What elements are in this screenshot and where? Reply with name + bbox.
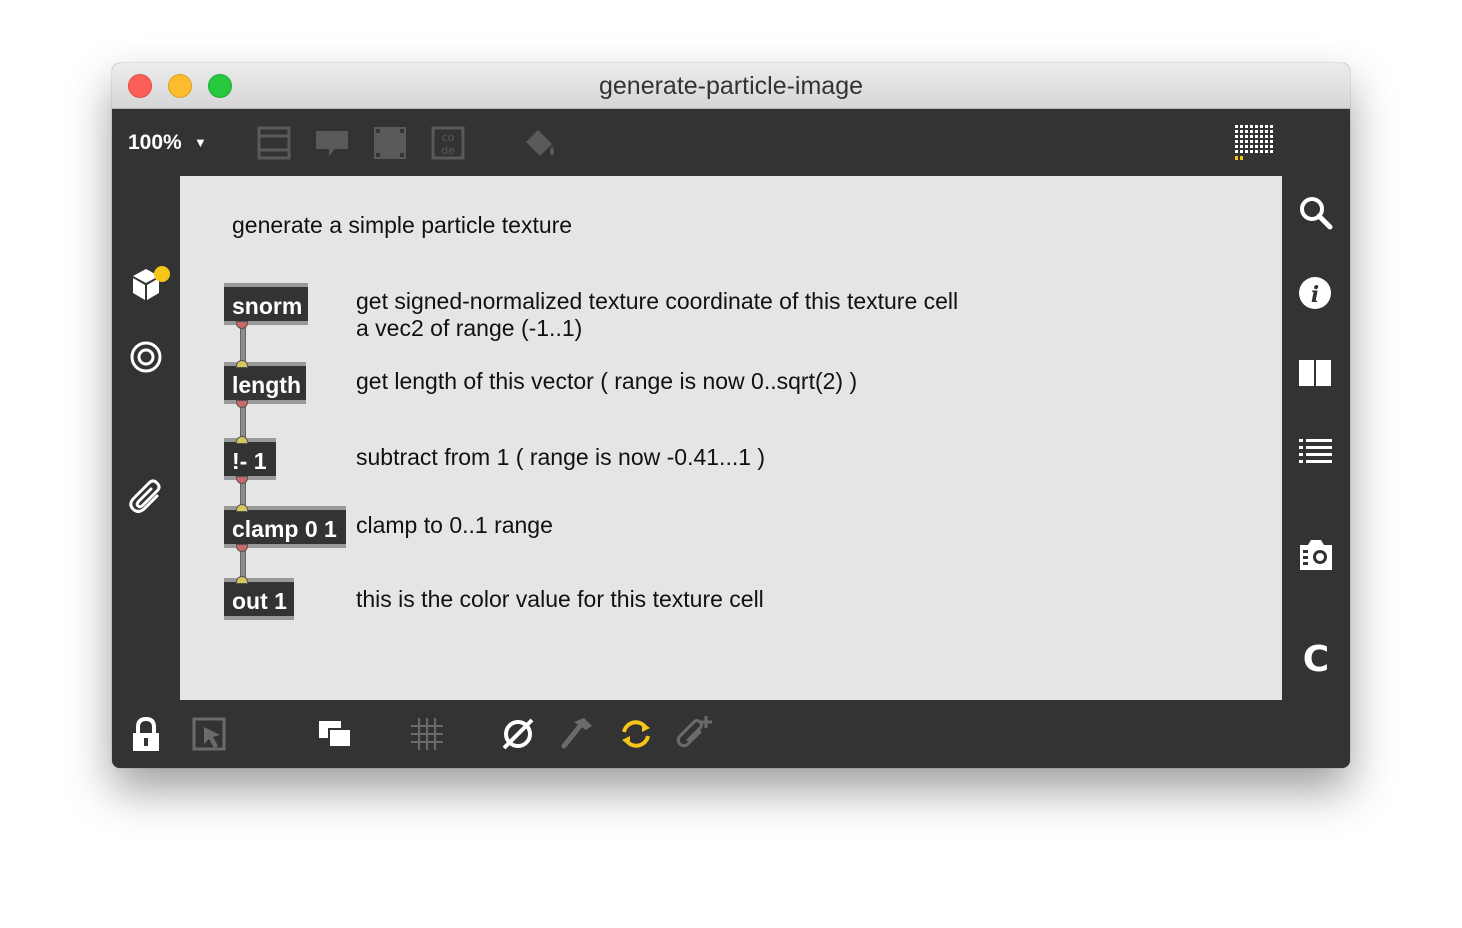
lock-icon[interactable]: [132, 717, 160, 753]
object-snorm[interactable]: snorm: [224, 283, 308, 325]
svg-text:co: co: [442, 131, 455, 144]
search-icon[interactable]: [1298, 195, 1334, 231]
outlet[interactable]: [236, 400, 248, 408]
inlet[interactable]: [236, 504, 248, 512]
zoom-level[interactable]: 100%: [128, 131, 182, 155]
comment-subtract: subtract from 1 ( range is now -0.41...1…: [356, 444, 766, 470]
comment-out: this is the color value for this texture…: [356, 586, 764, 612]
bottom-toolbar: [112, 700, 1350, 768]
object-box-icon[interactable]: [373, 126, 407, 160]
add-clip-icon[interactable]: [676, 714, 714, 754]
header-comment: generate a simple particle texture: [232, 212, 573, 238]
title-bar: generate-particle-image: [112, 63, 1350, 109]
c-icon[interactable]: C: [1298, 638, 1334, 676]
no-icon[interactable]: [500, 716, 536, 752]
outlet[interactable]: [236, 321, 248, 329]
outlet[interactable]: [236, 476, 248, 484]
snapshot-icon[interactable]: [1298, 537, 1334, 573]
inlet[interactable]: [236, 436, 248, 444]
comment-icon[interactable]: [315, 129, 349, 159]
presentation-mode-icon[interactable]: [192, 717, 228, 753]
window-title: generate-particle-image: [598, 72, 864, 100]
object-out[interactable]: out 1: [224, 578, 294, 620]
patch-cord[interactable]: [240, 323, 246, 363]
svg-text:de: de: [441, 144, 455, 157]
package-icon[interactable]: [129, 264, 175, 304]
presentation-icon[interactable]: [257, 126, 291, 160]
grid-icon[interactable]: [410, 717, 444, 751]
windows-icon[interactable]: [318, 720, 354, 750]
comment-snorm: get signed-normalized texture coordinate…: [356, 288, 958, 342]
paint-bucket-icon[interactable]: [522, 126, 558, 160]
object-subtract[interactable]: !- 1: [224, 438, 276, 480]
object-clamp[interactable]: clamp 0 1: [224, 506, 346, 548]
comment-clamp: clamp to 0..1 range: [356, 512, 553, 538]
comment-length: get length of this vector ( range is now…: [356, 368, 858, 394]
comment-line: get signed-normalized texture coordinate…: [356, 288, 959, 314]
code-icon[interactable]: co de: [431, 126, 465, 160]
info-icon[interactable]: i: [1298, 276, 1334, 312]
grid-palette-icon[interactable]: [1233, 123, 1277, 163]
hammer-icon[interactable]: [560, 716, 596, 752]
chevron-down-icon[interactable]: ▼: [194, 135, 207, 150]
outlet[interactable]: [236, 544, 248, 552]
top-toolbar: 100% ▼ co de: [112, 109, 1350, 176]
svg-text:C: C: [1303, 639, 1329, 676]
refresh-icon[interactable]: [618, 716, 654, 752]
target-icon[interactable]: [129, 340, 163, 374]
inlet[interactable]: [236, 576, 248, 584]
svg-text:i: i: [1311, 282, 1319, 308]
object-length[interactable]: length: [224, 362, 306, 404]
columns-icon[interactable]: [1298, 359, 1334, 389]
paperclip-icon[interactable]: [129, 478, 165, 514]
patch-canvas[interactable]: generate a simple particle texture snorm…: [180, 176, 1282, 700]
inlet[interactable]: [236, 360, 248, 368]
list-icon[interactable]: [1298, 437, 1334, 469]
comment-line: a vec2 of range (-1..1): [356, 315, 583, 341]
patcher-window: generate-particle-image 100% ▼ co de gen…: [112, 63, 1350, 768]
